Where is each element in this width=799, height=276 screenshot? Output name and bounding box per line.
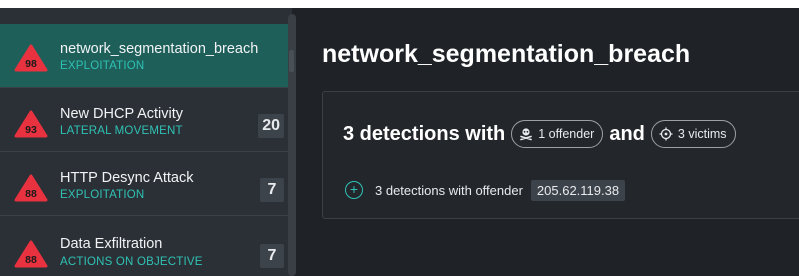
risk-score: 93 — [25, 124, 37, 136]
risk-triangle-icon: 98 — [14, 44, 48, 72]
detection-item-network-segmentation-breach[interactable]: 98 network_segmentation_breach EXPLOITAT… — [0, 24, 292, 88]
detection-title: Data Exfiltration — [60, 236, 163, 252]
offender-pill[interactable]: 1 offender — [511, 120, 604, 148]
skull-icon — [520, 128, 533, 141]
risk-score: 98 — [25, 58, 37, 70]
victims-label: 3 victims — [677, 127, 727, 141]
page-title: network_segmentation_breach — [322, 40, 691, 68]
detection-item-http-desync-attack[interactable]: 88 HTTP Desync Attack EXPLOITATION 7 — [0, 152, 292, 216]
detection-category: EXPLOITATION — [60, 189, 145, 201]
detection-item-new-dhcp-activity[interactable]: 93 New DHCP Activity LATERAL MOVEMENT 20 — [0, 88, 292, 152]
detection-title: New DHCP Activity — [60, 106, 184, 122]
offender-ip[interactable]: 205.62.119.38 — [530, 179, 626, 201]
detections-sidebar: 98 network_segmentation_breach EXPLOITAT… — [0, 8, 296, 276]
detection-category: ACTIONS ON OBJECTIVE — [60, 256, 203, 268]
risk-triangle-icon: 88 — [14, 240, 48, 268]
detection-summary-card: 3 detections with 1 offender and 3 victi… — [322, 91, 799, 219]
offender-label: 1 offender — [538, 127, 595, 141]
risk-triangle-icon: 93 — [14, 110, 48, 138]
detection-count: 7 — [260, 244, 284, 268]
detection-title: network_segmentation_breach — [60, 41, 259, 57]
detection-category: LATERAL MOVEMENT — [60, 125, 183, 137]
detection-category: EXPLOITATION — [60, 60, 145, 72]
summary-conjunction: and — [609, 122, 645, 145]
risk-score: 88 — [25, 188, 37, 200]
summary-headline: 3 detections with 1 offender and 3 victi… — [343, 118, 742, 150]
offender-row: + 3 detections with offender 205.62.119.… — [345, 178, 626, 202]
summary-prefix: 3 detections with — [343, 122, 506, 145]
target-icon — [659, 127, 673, 141]
victims-pill[interactable]: 3 victims — [650, 120, 736, 148]
detection-count: 7 — [260, 178, 284, 202]
risk-score: 88 — [25, 254, 37, 266]
offender-row-text: 3 detections with offender — [375, 182, 523, 198]
detection-count: 20 — [258, 114, 284, 138]
detection-title: HTTP Desync Attack — [60, 170, 194, 186]
risk-triangle-icon: 88 — [14, 174, 48, 202]
detection-detail: network_segmentation_breach 3 detections… — [300, 8, 799, 276]
detection-item-data-exfiltration[interactable]: 88 Data Exfiltration ACTIONS ON OBJECTIV… — [0, 216, 292, 276]
plus-circle-icon[interactable]: + — [345, 181, 363, 199]
sidebar-scroll-thumb[interactable] — [289, 50, 294, 72]
app-window: 98 network_segmentation_breach EXPLOITAT… — [0, 8, 799, 276]
